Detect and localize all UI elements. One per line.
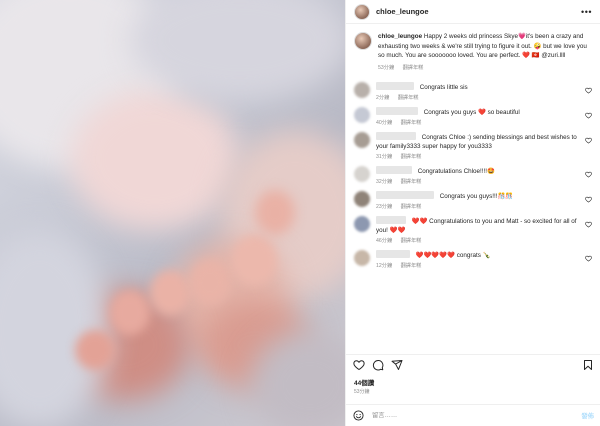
commenter-avatar[interactable]: [354, 249, 370, 266]
translate-link[interactable]: 翻譯年糕: [403, 65, 424, 71]
heart-icon[interactable]: [585, 87, 592, 94]
add-comment-bar: 發佈: [346, 404, 600, 426]
comment-time: 12分鐘: [376, 262, 393, 269]
comment-meta: 46分鐘 翻譯年糕: [376, 237, 580, 244]
post-caption: chloe_leungoe Happy 2 weeks old princess…: [346, 24, 600, 75]
post-actions-bar: [346, 354, 600, 374]
heart-icon[interactable]: [585, 221, 592, 228]
commenter-username-blurred[interactable]: [376, 131, 416, 140]
bookmark-icon[interactable]: [582, 359, 594, 371]
caption-time: 53分鐘: [378, 64, 395, 71]
like-count[interactable]: 44個讚: [354, 377, 374, 387]
comment-time: 46分鐘: [376, 237, 393, 244]
post-date[interactable]: 53分鐘: [354, 388, 370, 395]
commenter-username-blurred[interactable]: [376, 215, 406, 224]
heart-icon[interactable]: [585, 255, 592, 262]
post-header: chloe_leungoe •••: [346, 0, 600, 24]
post-comment-button[interactable]: 發佈: [581, 411, 594, 420]
smiley-icon[interactable]: [353, 410, 364, 421]
comments-list[interactable]: Congrats little sis 2分鐘 翻譯年糕 Congrats yo…: [346, 75, 600, 355]
commenter-avatar[interactable]: [354, 81, 370, 98]
comment-meta: 32分鐘 翻譯年糕: [376, 178, 580, 185]
comment-meta: 31分鐘 翻譯年糕: [376, 153, 580, 160]
comment-text: Congrats little sis: [419, 83, 468, 91]
commenter-avatar[interactable]: [354, 106, 370, 123]
heart-icon[interactable]: [353, 359, 365, 371]
comment-text: Congrats you guys!!!🎊🎊: [439, 192, 514, 200]
comment-meta: 2分鐘 翻譯年糕: [376, 94, 580, 101]
comment-time: 40分鐘: [376, 119, 393, 126]
commenter-avatar[interactable]: [354, 165, 370, 182]
comment-meta: 40分鐘 翻譯年糕: [376, 119, 580, 126]
comment-item: ❤️❤️❤️❤️❤️ congrats 🍾 12分鐘 翻譯年糕: [346, 246, 600, 271]
comment-icon[interactable]: [372, 359, 384, 371]
send-icon[interactable]: [391, 359, 403, 371]
translate-link[interactable]: 翻譯年糕: [401, 263, 422, 269]
author-username[interactable]: chloe_leungoe: [376, 7, 581, 16]
post-side-panel: chloe_leungoe ••• chloe_leungoe Happy 2 …: [345, 0, 600, 426]
commenter-avatar[interactable]: [354, 215, 370, 232]
comment-time: 31分鐘: [376, 153, 393, 160]
translate-link[interactable]: 翻譯年糕: [401, 120, 422, 126]
heart-icon[interactable]: [585, 196, 592, 203]
translate-link[interactable]: 翻譯年糕: [401, 179, 422, 185]
photo-shape: [70, 90, 240, 230]
translate-link[interactable]: 翻譯年糕: [401, 204, 422, 210]
comment-text-block: Congratulations Chloe!!!!🤩: [376, 165, 580, 176]
heart-icon[interactable]: [585, 137, 592, 144]
post-photo[interactable]: [0, 0, 345, 426]
comment-text: Congratulations Chloe!!!!🤩: [417, 167, 495, 175]
commenter-username-blurred[interactable]: [376, 81, 414, 90]
comment-time: 32分鐘: [376, 178, 393, 185]
caption-username[interactable]: chloe_leungoe: [378, 33, 422, 40]
photo-shape: [232, 235, 277, 285]
commenter-avatar[interactable]: [354, 131, 370, 148]
comment-item: ❤️❤️ Congratulations to you and Matt - s…: [346, 212, 600, 246]
more-horizontal-icon[interactable]: •••: [581, 7, 592, 17]
comment-time: 2分鐘: [376, 94, 390, 101]
comment-input[interactable]: [372, 412, 582, 419]
comment-text: Congrats you guys ❤️ so beautiful: [423, 108, 520, 116]
photo-shape: [150, 270, 190, 315]
comment-text-block: Congrats little sis: [376, 81, 580, 92]
caption-avatar[interactable]: [354, 32, 372, 50]
heart-icon[interactable]: [585, 171, 592, 178]
comment-text-block: Congrats you guys!!!🎊🎊: [376, 190, 580, 201]
comment-item: Congrats little sis 2分鐘 翻譯年糕: [346, 78, 600, 103]
photo-shape: [110, 290, 150, 335]
photo-shape: [75, 330, 115, 370]
translate-link[interactable]: 翻譯年糕: [401, 154, 422, 160]
comment-text-block: ❤️❤️❤️❤️❤️ congrats 🍾: [376, 249, 580, 260]
comment-text-block: ❤️❤️ Congratulations to you and Matt - s…: [376, 215, 580, 235]
comment-text-block: Congrats Chloe :) sending blessings and …: [376, 131, 580, 151]
comment-text: ❤️❤️❤️❤️❤️ congrats 🍾: [415, 251, 491, 259]
translate-link[interactable]: 翻譯年糕: [398, 95, 419, 101]
caption-text-block: chloe_leungoe Happy 2 weeks old princess…: [378, 32, 592, 61]
heart-icon[interactable]: [585, 112, 592, 119]
commenter-username-blurred[interactable]: [376, 249, 410, 258]
comment-item: Congratulations Chloe!!!!🤩 32分鐘 翻譯年糕: [346, 162, 600, 187]
comment-item: Congrats you guys ❤️ so beautiful 40分鐘 翻…: [346, 103, 600, 128]
commenter-avatar[interactable]: [354, 190, 370, 207]
photo-shape: [255, 190, 295, 235]
commenter-username-blurred[interactable]: [376, 106, 418, 115]
caption-meta: 53分鐘 翻譯年糕: [378, 64, 592, 71]
author-avatar[interactable]: [354, 3, 370, 20]
comment-meta: 12分鐘 翻譯年糕: [376, 262, 580, 269]
comment-item: Congrats Chloe :) sending blessings and …: [346, 128, 600, 162]
photo-shape: [190, 260, 230, 305]
comment-time: 23分鐘: [376, 203, 393, 210]
commenter-username-blurred[interactable]: [376, 165, 412, 174]
photo-shape: [0, 230, 110, 426]
comment-item: Congrats you guys!!!🎊🎊 23分鐘 翻譯年糕: [346, 187, 600, 212]
translate-link[interactable]: 翻譯年糕: [401, 238, 422, 244]
comment-text: ❤️❤️ Congratulations to you and Matt - s…: [376, 217, 577, 234]
comment-meta: 23分鐘 翻譯年糕: [376, 203, 580, 210]
commenter-username-blurred[interactable]: [376, 190, 434, 199]
comment-text-block: Congrats you guys ❤️ so beautiful: [376, 106, 580, 117]
